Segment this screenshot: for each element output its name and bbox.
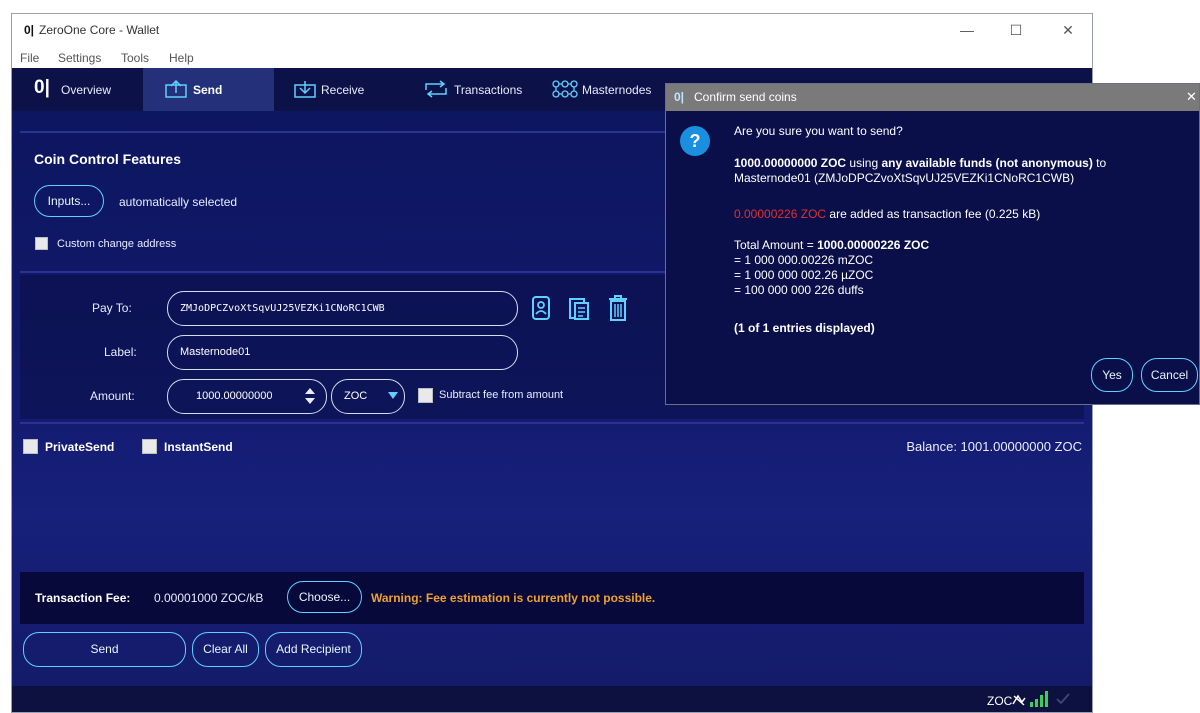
summary-using: using — [846, 156, 882, 170]
dialog-question: Are you sure you want to send? — [734, 124, 903, 138]
fee-summary: 0.00000226 ZOC are added as transaction … — [734, 207, 1040, 221]
tab-label: Send — [193, 83, 223, 97]
privatesend-checkbox[interactable] — [23, 439, 38, 454]
tab-send[interactable]: Send — [143, 68, 274, 111]
logo-icon: 0| — [34, 77, 50, 98]
tab-receive[interactable]: Receive — [274, 68, 404, 111]
coin-selection-status: automatically selected — [119, 195, 238, 209]
send-button[interactable]: Send — [23, 632, 186, 667]
amount-label: Amount: — [90, 389, 135, 403]
cancel-button[interactable]: Cancel — [1141, 358, 1198, 392]
chevron-down-icon — [388, 392, 398, 399]
balance-text: Balance: 1001.00000000 ZOC — [906, 439, 1082, 454]
receive-icon — [294, 81, 316, 98]
label-input[interactable]: Masternode01 — [167, 335, 518, 370]
signal-strength-icon — [1030, 691, 1048, 707]
label-label: Label: — [104, 345, 137, 359]
dialog-title: Confirm send coins — [694, 90, 797, 104]
dialog-logo-icon: 0| — [674, 90, 685, 104]
choose-fee-button[interactable]: Choose... — [287, 581, 362, 613]
synced-check-icon — [1056, 693, 1070, 705]
privatesend-label: PrivateSend — [45, 440, 115, 454]
summary-destination: Masternode01 (ZMJoDPCZvoXtSqvUJ25VEZKi1C… — [734, 171, 1075, 185]
total-summary: Total Amount = 1000.00000226 ZOC = 1 000… — [734, 238, 929, 298]
pay-to-input[interactable]: ZMJoDPCZvoXtSqvUJ25VEZKi1CNoRC1CWB — [167, 291, 518, 326]
tab-label: Transactions — [454, 83, 523, 97]
total-duffs: = 100 000 000 226 duffs — [734, 283, 864, 297]
pay-to-label: Pay To: — [92, 301, 132, 315]
summary-to: to — [1092, 156, 1107, 170]
paste-icon[interactable] — [568, 295, 590, 321]
send-summary: 1000.00000000 ZOC using any available fu… — [734, 156, 1189, 186]
dialog-close-button[interactable]: ✕ — [1186, 89, 1197, 105]
divider — [20, 422, 1084, 424]
menu-settings[interactable]: Settings — [58, 51, 101, 65]
transactions-icon — [425, 80, 447, 98]
status-bar: ZOC — [12, 686, 1092, 712]
confirm-send-dialog: 0| Confirm send coins ✕ ? Are you sure y… — [665, 83, 1200, 405]
tab-label: Receive — [321, 83, 365, 97]
app-logo-icon: 0| — [24, 23, 35, 37]
close-button[interactable]: ✕ — [1048, 18, 1088, 42]
question-icon: ? — [680, 126, 710, 156]
total-prefix: Total Amount = — [734, 238, 818, 252]
minimize-button[interactable]: — — [947, 18, 987, 42]
fee-label: Transaction Fee: — [35, 591, 131, 605]
unit-select-value: ZOC — [344, 390, 368, 402]
send-icon — [165, 80, 187, 98]
fee-amount: 0.00000226 ZOC — [734, 207, 827, 221]
maximize-button[interactable]: ☐ — [996, 18, 1036, 42]
entries-count: (1 of 1 entries displayed) — [734, 321, 875, 335]
inputs-button[interactable]: Inputs... — [34, 185, 104, 217]
fee-value: 0.00001000 ZOC/kB — [154, 591, 264, 605]
subtract-fee-checkbox[interactable] — [418, 388, 433, 403]
menu-tools[interactable]: Tools — [121, 51, 149, 65]
custom-change-label: Custom change address — [57, 238, 177, 250]
total-mzoc: = 1 000 000.00226 mZOC — [734, 253, 874, 267]
custom-change-checkbox[interactable] — [35, 237, 48, 250]
summary-amount: 1000.00000000 ZOC — [734, 156, 847, 170]
total-amount: 1000.00000226 ZOC — [817, 238, 930, 252]
total-uzoc: = 1 000 000 002.26 µZOC — [734, 268, 874, 282]
delete-icon[interactable] — [608, 294, 628, 322]
dialog-title-bar: 0| Confirm send coins ✕ — [666, 84, 1199, 111]
title-bar: 0| ZeroOne Core - Wallet — ☐ ✕ — [12, 14, 1092, 48]
subtract-fee-label: Subtract fee from amount — [439, 389, 564, 401]
fee-bar: Transaction Fee: 0.00001000 ZOC/kB Choos… — [20, 572, 1084, 624]
status-unit: ZOC — [987, 694, 1013, 708]
address-book-icon[interactable] — [531, 295, 551, 321]
instantsend-checkbox[interactable] — [142, 439, 157, 454]
tab-label: Masternodes — [582, 83, 652, 97]
tab-overview[interactable]: 0| Overview — [12, 68, 143, 111]
fee-text: are added as transaction fee (0.225 kB) — [826, 207, 1041, 221]
yes-button[interactable]: Yes — [1091, 358, 1133, 392]
window-title: ZeroOne Core - Wallet — [39, 23, 160, 37]
network-disabled-icon[interactable] — [1012, 694, 1026, 706]
add-recipient-button[interactable]: Add Recipient — [265, 632, 362, 667]
tab-label: Overview — [61, 83, 112, 97]
summary-funds: any available funds (not anonymous) — [881, 156, 1093, 170]
coin-control-title: Coin Control Features — [34, 151, 182, 167]
fee-warning: Warning: Fee estimation is currently not… — [371, 591, 656, 605]
clear-all-button[interactable]: Clear All — [192, 632, 259, 667]
instantsend-label: InstantSend — [164, 440, 233, 454]
menu-bar: File Settings Tools Help — [12, 48, 1092, 68]
tab-transactions[interactable]: Transactions — [404, 68, 534, 111]
tab-masternodes[interactable]: Masternodes — [534, 68, 674, 111]
amount-spin-icon[interactable] — [303, 385, 317, 407]
masternodes-icon — [552, 80, 578, 98]
menu-help[interactable]: Help — [169, 51, 194, 65]
menu-file[interactable]: File — [20, 51, 39, 65]
